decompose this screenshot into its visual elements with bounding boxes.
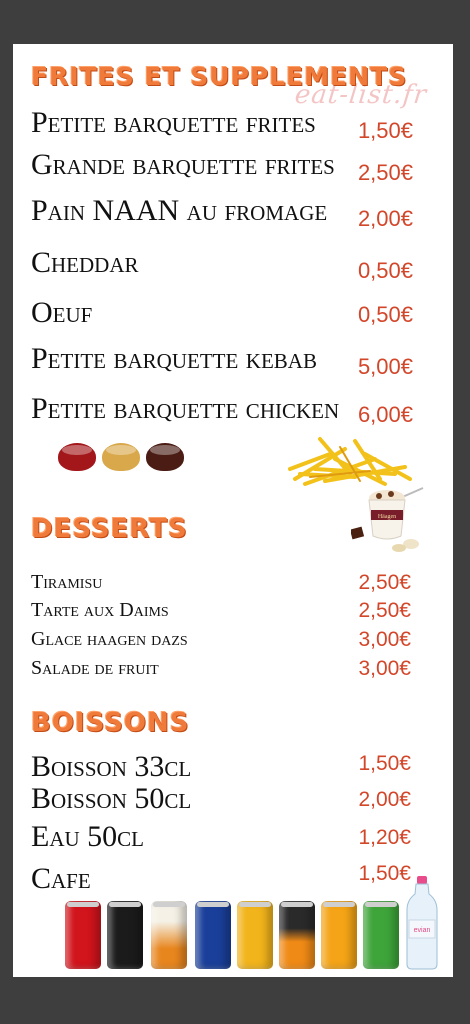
item-name: Grande barquette frites — [31, 148, 335, 181]
gini-can — [363, 901, 399, 969]
item-name: Pain NAAN au fromage — [31, 194, 328, 227]
item-name: Cafe — [31, 862, 91, 895]
item-price: 5,00€ — [357, 354, 413, 379]
svg-text:evian: evian — [414, 927, 431, 934]
item-price: 2,50€ — [358, 571, 411, 594]
coca-cola-can — [65, 901, 101, 969]
item-price: 0,50€ — [357, 302, 413, 327]
sauce-cups-image — [58, 439, 198, 479]
evian-bottle-image: evian — [406, 876, 438, 970]
item-name: Petite barquette frites — [31, 106, 316, 139]
item-price: 1,20€ — [358, 826, 411, 849]
section-title-desserts: DESSERTS — [31, 514, 188, 544]
item-name: Tarte aux Daims — [31, 599, 169, 621]
item-name: Glace haagen dazs — [31, 628, 188, 650]
menu-panel: eat-list.fr FRITES ET SUPPLEMENTS Petite… — [13, 44, 453, 977]
item-price: 2,00€ — [357, 206, 413, 231]
item-price: 1,50€ — [358, 752, 411, 775]
bbq-cup — [146, 443, 184, 471]
section-title-frites: FRITES ET SUPPLEMENTS — [31, 62, 408, 91]
ketchup-cup — [58, 443, 96, 471]
coca-zero-can — [107, 901, 143, 969]
lipton-ice-tea-can — [237, 901, 273, 969]
item-name: Tiramisu — [31, 571, 103, 593]
item-price: 6,00€ — [357, 402, 413, 427]
orangina-can — [195, 901, 231, 969]
oasis-can — [151, 901, 187, 969]
item-name: Boisson 50cl — [31, 782, 192, 815]
section-title-boissons: BOISSONS — [31, 708, 190, 738]
item-price: 3,00€ — [358, 628, 411, 651]
item-price: 2,50€ — [358, 599, 411, 622]
item-name: Oeuf — [31, 296, 93, 329]
soda-cans-image — [65, 901, 405, 969]
fanta-can — [321, 901, 357, 969]
item-price: 0,50€ — [357, 258, 413, 283]
haagen-dazs-icecream-image: Häagen — [351, 487, 424, 552]
item-name: Petite barquette chicken — [31, 392, 340, 425]
minute-maid-can — [279, 901, 315, 969]
item-name: Cheddar — [31, 246, 139, 279]
item-price: 1,50€ — [357, 118, 413, 143]
item-name: Eau 50cl — [31, 820, 144, 853]
item-name: Boisson 33cl — [31, 750, 192, 783]
fries-image — [288, 437, 412, 486]
item-price: 2,50€ — [357, 160, 413, 185]
item-price: 3,00€ — [358, 657, 411, 680]
svg-text:Häagen: Häagen — [378, 514, 396, 520]
item-price: 2,00€ — [358, 788, 411, 811]
item-name: Salade de fruit — [31, 657, 159, 679]
item-price: 1,50€ — [358, 862, 411, 885]
item-name: Petite barquette kebab — [31, 342, 317, 375]
mayo-cup — [102, 443, 140, 471]
